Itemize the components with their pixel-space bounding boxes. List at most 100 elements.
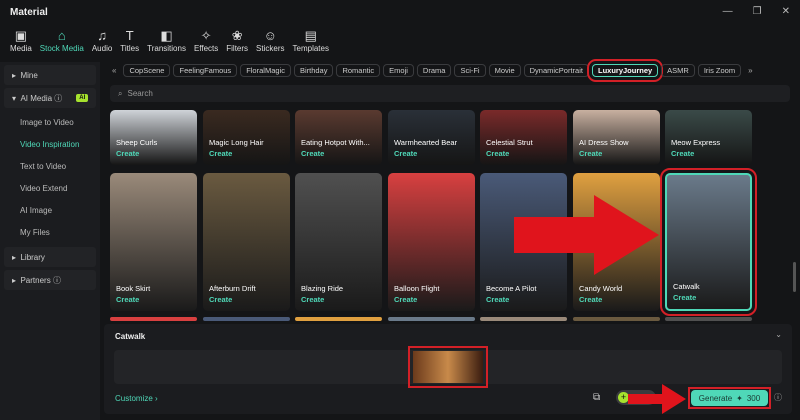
preview-thumbnail[interactable] <box>408 346 488 388</box>
effects-icon: ✧ <box>200 28 212 43</box>
sidebar-ai-media[interactable]: ▾ AI Media ⓘ AI <box>4 88 96 108</box>
template-card[interactable] <box>110 317 197 321</box>
template-card[interactable]: Sheep Curls Create <box>110 110 197 165</box>
tool-stock-media[interactable]: ⌂ Stock Media <box>36 28 88 53</box>
tool-label: Filters <box>226 44 249 53</box>
sidebar-mine-label: Mine <box>20 70 38 80</box>
template-card[interactable]: Afterburn Drift Create <box>203 173 290 311</box>
tag-chip[interactable]: Romantic <box>336 64 381 77</box>
create-button[interactable]: Create <box>209 149 232 158</box>
ai-image-icon[interactable]: ⧉ <box>593 392 600 403</box>
sidebar-partners[interactable]: ▸ Partners ⓘ <box>4 270 96 290</box>
template-card[interactable] <box>480 317 567 321</box>
tool-effects[interactable]: ✧ Effects <box>190 28 222 53</box>
ai-badge: AI <box>76 94 89 102</box>
template-card[interactable] <box>295 317 382 321</box>
red-arrow-catwalk <box>514 195 659 275</box>
tag-chip[interactable]: ASMR <box>661 64 695 77</box>
card-title: Magic Long Hair <box>209 138 264 147</box>
sidebar-item[interactable]: AI Image <box>0 199 100 221</box>
tool-stickers[interactable]: ☺ Stickers <box>252 28 288 53</box>
close-icon[interactable]: ✕ <box>782 6 790 17</box>
scroll-left-icon[interactable]: « <box>112 66 116 75</box>
sidebar-item[interactable]: Video Extend <box>0 177 100 199</box>
sidebar-item[interactable]: Video Inspiration <box>0 133 100 155</box>
tool-label: Effects <box>193 44 219 53</box>
sidebar-item[interactable]: My Files <box>0 221 100 243</box>
template-card[interactable]: Catwalk Create <box>660 168 757 316</box>
scrollbar[interactable] <box>793 262 796 292</box>
scroll-right-icon[interactable]: » <box>748 66 752 75</box>
template-card[interactable] <box>388 317 475 321</box>
help-icon[interactable]: ⓘ <box>54 93 62 104</box>
create-button[interactable]: Create <box>116 295 139 304</box>
tool-filters[interactable]: ❀ Filters <box>222 28 252 53</box>
create-button[interactable]: Create <box>579 149 602 158</box>
create-button[interactable]: Create <box>486 149 509 158</box>
toolbar: ▣ Media ⌂ Stock Media ♫ Audio T Titles ◧ Transiti… <box>6 28 333 53</box>
tool-label: Audio <box>91 44 113 53</box>
sidebar-library[interactable]: ▸ Library <box>4 247 96 267</box>
sidebar: ▸ Mine ▾ AI Media ⓘ AI Image to Video Vide… <box>0 62 100 420</box>
create-button[interactable]: Create <box>116 149 139 158</box>
template-card[interactable]: Book Skirt Create <box>110 173 197 311</box>
tool-audio[interactable]: ♫ Audio <box>88 28 116 53</box>
template-card[interactable]: Eating Hotpot With... Create <box>295 110 382 165</box>
card-title: Become A Pilot <box>486 284 537 293</box>
collapse-icon[interactable]: ⌄ <box>775 330 782 339</box>
template-card[interactable]: AI Dress Show Create <box>573 110 660 165</box>
search-icon: ⌕ <box>118 88 123 98</box>
tool-label: Stickers <box>256 44 285 53</box>
create-button[interactable]: Create <box>673 293 696 302</box>
template-card[interactable]: Magic Long Hair Create <box>203 110 290 165</box>
templates-icon: ▤ <box>304 28 317 43</box>
restore-icon[interactable]: ❐ <box>753 6 762 17</box>
tag-chip[interactable]: Movie <box>488 64 521 77</box>
red-arrow-generate <box>628 384 686 414</box>
create-button[interactable]: Create <box>301 295 324 304</box>
template-card[interactable]: Warmhearted Bear Create <box>388 110 475 165</box>
customize-link[interactable]: Customize › <box>115 394 158 403</box>
tag-chip[interactable]: Birthday <box>293 64 334 77</box>
tool-media[interactable]: ▣ Media <box>6 28 36 53</box>
search-input[interactable]: ⌕ Search <box>110 85 790 102</box>
tool-titles[interactable]: T Titles <box>116 28 143 53</box>
create-button[interactable]: Create <box>209 295 232 304</box>
template-card[interactable] <box>203 317 290 321</box>
create-button[interactable]: Create <box>394 149 417 158</box>
create-button[interactable]: Create <box>394 295 417 304</box>
create-button[interactable]: Create <box>301 149 324 158</box>
tag-chip[interactable]: CopScene <box>123 64 171 77</box>
sidebar-item[interactable]: Text to Video <box>0 155 100 177</box>
create-button[interactable]: Create <box>671 149 694 158</box>
customize-label: Customize <box>115 394 153 403</box>
template-card[interactable]: Meow Express Create <box>665 110 752 165</box>
template-card[interactable] <box>665 317 752 321</box>
help-icon[interactable]: ⓘ <box>774 392 782 403</box>
template-card[interactable] <box>573 317 660 321</box>
sidebar-item[interactable]: Image to Video <box>0 111 100 133</box>
tool-label: Stock Media <box>39 44 84 53</box>
tag-chip[interactable]: Sci-Fi <box>454 64 486 77</box>
template-card[interactable]: Blazing Ride Create <box>295 173 382 311</box>
tag-chip[interactable]: DynamicPortrait <box>523 64 589 77</box>
minimize-icon[interactable]: — <box>723 6 733 17</box>
tag-chip[interactable]: FloralMagic <box>240 64 291 77</box>
tool-templates[interactable]: ▤ Templates <box>289 28 333 53</box>
window-controls: — ❐ ✕ <box>723 6 790 17</box>
titles-icon: T <box>125 28 134 43</box>
card-title: Book Skirt <box>116 284 151 293</box>
tag-chip[interactable]: Emoji <box>383 64 414 77</box>
template-card[interactable]: Celestial Strut Create <box>480 110 567 165</box>
card-title: Eating Hotpot With... <box>301 138 370 147</box>
sidebar-mine[interactable]: ▸ Mine <box>4 65 96 85</box>
tag-chip[interactable]: FeelingFamous <box>173 64 238 77</box>
tag-chip[interactable]: Drama <box>416 64 452 77</box>
template-card[interactable]: Balloon Flight Create <box>388 173 475 311</box>
tag-chip[interactable]: LuxuryJourney <box>586 59 664 82</box>
create-button[interactable]: Create <box>486 295 509 304</box>
tag-chip[interactable]: Iris Zoom <box>697 64 742 77</box>
create-button[interactable]: Create <box>579 295 602 304</box>
tool-transitions[interactable]: ◧ Transitions <box>143 28 190 53</box>
help-icon[interactable]: ⓘ <box>53 275 61 286</box>
